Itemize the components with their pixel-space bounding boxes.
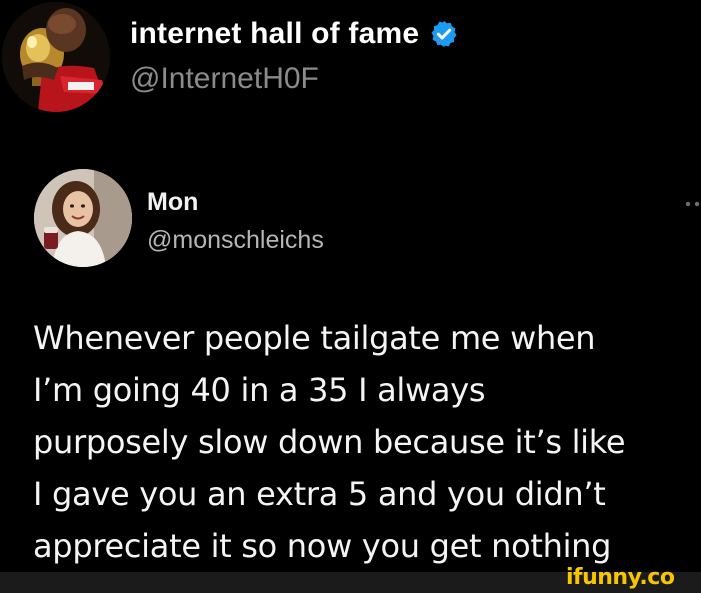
inner-display-name[interactable]: Mon xyxy=(147,188,198,217)
more-options-icon[interactable] xyxy=(682,196,701,207)
outer-tweet-header: internet hall of fame @InternetH0F xyxy=(0,0,701,130)
tweet-text-line: purposely slow down because it’s like xyxy=(33,423,626,461)
tweet-text: Whenever people tailgate me when I’m goi… xyxy=(33,312,701,572)
inner-handle[interactable]: @monschleichs xyxy=(147,226,324,255)
tweet-text-line: Whenever people tailgate me when xyxy=(33,319,596,357)
outer-avatar[interactable] xyxy=(2,2,110,112)
verified-badge-icon xyxy=(429,19,459,49)
outer-handle[interactable]: @InternetH0F xyxy=(130,62,319,96)
avatar-photo-icon xyxy=(34,169,132,267)
inner-avatar[interactable] xyxy=(34,169,132,267)
screenshot-page: internet hall of fame @InternetH0F Mon @… xyxy=(0,0,701,593)
tweet-text-line: I’m going 40 in a 35 I always xyxy=(33,371,486,409)
ifunny-watermark: ifunny.co xyxy=(566,565,675,590)
outer-name-row: internet hall of fame xyxy=(130,14,459,54)
avatar-photo-icon xyxy=(2,2,110,112)
outer-display-name[interactable]: internet hall of fame xyxy=(130,17,419,51)
tweet-text-line: I gave you an extra 5 and you didn’t xyxy=(33,475,606,513)
